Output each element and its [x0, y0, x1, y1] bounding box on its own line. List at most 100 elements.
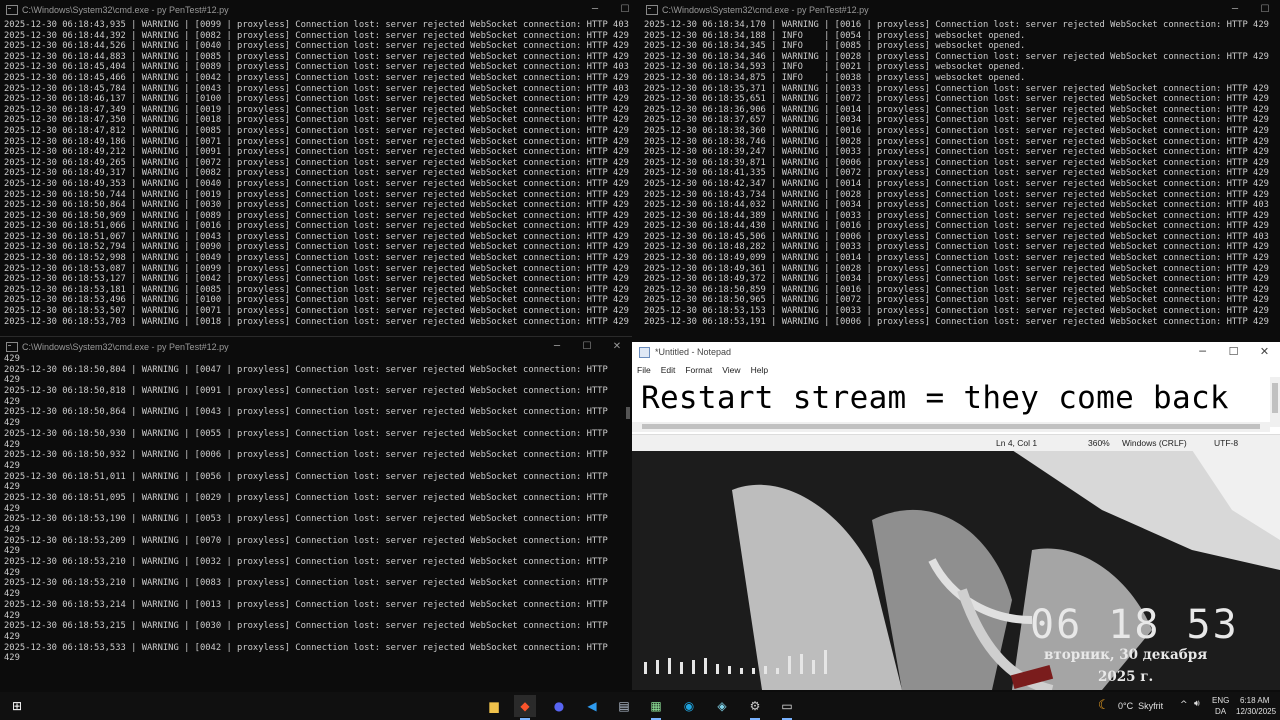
terminal-line: 2025-12-30 06:18:44,430 | WARNING | [001… — [644, 221, 1269, 232]
terminal-line: 2025-12-30 06:18:53,181 | WARNING | [008… — [4, 284, 629, 295]
app-icon[interactable]: ▤ — [613, 695, 635, 717]
cmd-title: C:\Windows\System32\cmd.exe - py PenTest… — [662, 5, 869, 15]
window-controls: ─ ☐ — [1220, 0, 1280, 20]
app-icon-2[interactable]: ◈ — [711, 695, 733, 717]
terminal-line: 2025-12-30 06:18:35,371 | WARNING | [003… — [644, 83, 1269, 94]
terminal-output[interactable]: 2025-12-30 06:18:43,935 | WARNING | [009… — [4, 20, 636, 327]
scrollbar[interactable] — [626, 407, 630, 419]
notepad-titlebar[interactable]: *Untitled - Notepad — [632, 342, 1280, 362]
file-explorer-icon[interactable]: ▆ — [483, 695, 505, 717]
maximize-button[interactable]: ☐ — [1250, 0, 1280, 20]
terminal-line: 429 — [4, 439, 20, 450]
cmd-window-top-left[interactable]: C:\Windows\System32\cmd.exe - py PenTest… — [0, 0, 640, 332]
vscode-icon[interactable]: ◀ — [581, 695, 603, 717]
terminal-line: 2025-12-30 06:18:44,392 | WARNING | [008… — [4, 30, 629, 41]
terminal-line: 2025-12-30 06:18:53,153 | WARNING | [003… — [644, 306, 1269, 317]
terminal-line: 2025-12-30 06:18:51,066 | WARNING | [001… — [4, 221, 629, 232]
cmd-window-bottom[interactable]: C:\Windows\System32\cmd.exe - py PenTest… — [0, 336, 632, 677]
terminal-line: 2025-12-30 06:18:44,032 | WARNING | [003… — [644, 200, 1269, 211]
encoding: UTF-8 — [1214, 438, 1239, 448]
clock-widget-year: 2025 г. — [1098, 669, 1154, 685]
cmd-titlebar[interactable]: C:\Windows\System32\cmd.exe - py PenTest… — [640, 0, 1280, 20]
notepad-icon — [639, 346, 650, 358]
terminal-line: 2025-12-30 06:18:37,657 | WARNING | [003… — [644, 115, 1269, 126]
terminal-line: 2025-12-30 06:18:52,998 | WARNING | [004… — [4, 253, 629, 264]
terminal-line: 429 — [4, 460, 20, 471]
terminal-line: 2025-12-30 06:18:50,859 | WARNING | [001… — [644, 284, 1269, 295]
terminal-line: 429 — [4, 525, 20, 535]
terminal-line: 2025-12-30 06:18:34,345 | INFO | [0085 |… — [644, 41, 1026, 52]
terminal-line: 429 — [4, 503, 20, 514]
maximize-button[interactable]: ☐ — [1218, 342, 1249, 362]
terminal-line: 2025-12-30 06:18:34,875 | INFO | [0038 |… — [644, 72, 1026, 83]
terminal-line: 2025-12-30 06:18:49,353 | WARNING | [004… — [4, 178, 629, 189]
cmd-titlebar[interactable]: C:\Windows\System32\cmd.exe - py PenTest… — [0, 0, 640, 20]
terminal-line: 2025-12-30 06:18:53,191 | WARNING | [000… — [644, 316, 1269, 327]
terminal-line: 2025-12-30 06:18:51,095 | WARNING | [002… — [4, 492, 608, 503]
system-time: 6:18 AM — [1240, 696, 1270, 705]
minimize-button[interactable]: ─ — [580, 0, 610, 20]
menu-file[interactable]: File — [637, 365, 651, 375]
terminal-line: 2025-12-30 06:18:43,734 | WARNING | [002… — [644, 189, 1269, 200]
menu-format[interactable]: Format — [685, 365, 712, 375]
terminal-line: 429 — [4, 546, 20, 557]
terminal-line: 2025-12-30 06:18:53,507 | WARNING | [007… — [4, 306, 629, 317]
terminal-line: 2025-12-30 06:18:44,526 | WARNING | [004… — [4, 41, 629, 52]
terminal-line: 2025-12-30 06:18:53,127 | WARNING | [004… — [4, 274, 629, 285]
terminal-line: 2025-12-30 06:18:50,932 | WARNING | [000… — [4, 450, 608, 461]
edge-icon[interactable]: ◉ — [678, 695, 700, 717]
menu-view[interactable]: View — [722, 365, 740, 375]
notepad-plus-icon[interactable]: ▦ — [645, 695, 667, 720]
terminal-line: 2025-12-30 06:18:45,466 | WARNING | [004… — [4, 72, 629, 83]
close-button[interactable]: ✕ — [1249, 342, 1280, 362]
menu-edit[interactable]: Edit — [661, 365, 676, 375]
minimize-button[interactable]: ─ — [1187, 342, 1218, 362]
notepad-window[interactable]: *Untitled - Notepad ─ ☐ ✕ File Edit Form… — [632, 342, 1280, 451]
terminal-line: 2025-12-30 06:18:50,818 | WARNING | [009… — [4, 386, 608, 397]
cmd-window-top-right[interactable]: C:\Windows\System32\cmd.exe - py PenTest… — [640, 0, 1280, 332]
terminal-line: 2025-12-30 06:18:53,703 | WARNING | [001… — [4, 316, 629, 327]
terminal-line: 2025-12-30 06:18:53,533 | WARNING | [004… — [4, 642, 608, 653]
terminal-line: 2025-12-30 06:18:49,265 | WARNING | [007… — [4, 157, 629, 168]
terminal-line: 2025-12-30 06:18:53,087 | WARNING | [009… — [4, 263, 629, 274]
steam-icon[interactable]: ⚙ — [744, 695, 766, 720]
discord-icon[interactable]: ● — [548, 695, 570, 717]
terminal-line: 2025-12-30 06:18:53,210 | WARNING | [008… — [4, 578, 608, 589]
terminal-line: 429 — [4, 653, 20, 664]
terminal-line: 2025-12-30 06:18:43,935 | WARNING | [009… — [4, 20, 629, 30]
terminal-line: 2025-12-30 06:18:34,593 | INFO | [0021 |… — [644, 62, 1026, 73]
cmd-title: C:\Windows\System32\cmd.exe - py PenTest… — [22, 342, 229, 352]
terminal-line: 2025-12-30 06:18:38,360 | WARNING | [001… — [644, 125, 1269, 136]
terminal-line: 429 — [4, 375, 20, 386]
terminal-line: 2025-12-30 06:18:49,186 | WARNING | [007… — [4, 136, 629, 147]
horizontal-scroll-thumb[interactable] — [642, 424, 1260, 429]
minimize-button[interactable]: ─ — [1220, 0, 1250, 20]
cmd-icon — [646, 5, 658, 15]
start-button[interactable]: ⊞ — [6, 695, 28, 717]
terminal-line: 2025-12-30 06:18:35,651 | WARNING | [007… — [644, 94, 1269, 105]
lang-bottom: DA — [1215, 707, 1227, 716]
terminal-line: 2025-12-30 06:18:53,214 | WARNING | [001… — [4, 599, 608, 610]
terminal-line: 2025-12-30 06:18:34,170 | WARNING | [001… — [644, 20, 1269, 30]
terminal-line: 2025-12-30 06:18:47,350 | WARNING | [001… — [4, 115, 629, 126]
terminal-line: 2025-12-30 06:18:49,361 | WARNING | [002… — [644, 263, 1269, 274]
brave-browser-icon[interactable]: ◆ — [514, 695, 536, 720]
terminal-icon[interactable]: ▭ — [776, 695, 798, 720]
terminal-line: 429 — [4, 589, 20, 600]
terminal-line: 2025-12-30 06:18:49,317 | WARNING | [008… — [4, 168, 629, 179]
vertical-scrollbar[interactable] — [1270, 377, 1280, 427]
terminal-line: 2025-12-30 06:18:53,215 | WARNING | [003… — [4, 621, 608, 632]
terminal-line: 2025-12-30 06:18:50,930 | WARNING | [005… — [4, 428, 608, 439]
taskbar: ⊞ ▆ ◆ ● ◀ ▤ ▦ ◉ ◈ ⚙ ▭ ☾ 0°C Skyfrit ^ 🔊︎… — [0, 692, 1280, 720]
menu-help[interactable]: Help — [751, 365, 768, 375]
terminal-line: 2025-12-30 06:18:42,347 | WARNING | [001… — [644, 178, 1269, 189]
terminal-output[interactable]: 429 2025-12-30 06:18:50,804 | WARNING | [… — [4, 354, 628, 664]
horizontal-scrollbar[interactable] — [632, 422, 1270, 432]
terminal-line: 2025-12-30 06:18:50,864 | WARNING | [004… — [4, 407, 608, 418]
terminal-line: 2025-12-30 06:18:45,404 | WARNING | [008… — [4, 62, 629, 73]
terminal-output[interactable]: 2025-12-30 06:18:34,170 | WARNING | [001… — [644, 20, 1276, 327]
terminal-line: 2025-12-30 06:18:50,864 | WARNING | [003… — [4, 200, 629, 211]
terminal-line: 2025-12-30 06:18:34,346 | WARNING | [002… — [644, 51, 1269, 62]
maximize-button[interactable]: ☐ — [610, 0, 640, 20]
notepad-text-area[interactable]: Restart stream = they come back — [641, 380, 1229, 416]
